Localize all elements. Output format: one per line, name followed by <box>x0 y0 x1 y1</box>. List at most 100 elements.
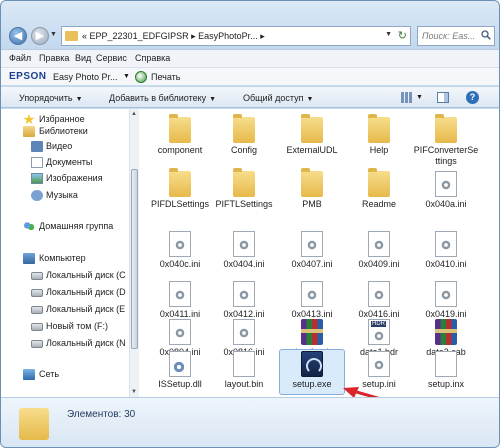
nav-item-libraries[interactable]: Библиотеки <box>1 125 129 139</box>
navigation-pane: Избранное Библиотеки Видео Документы Изо… <box>1 109 139 397</box>
search-input[interactable]: Поиск: Eas... <box>417 26 495 46</box>
nav-item-computer[interactable]: Компьютер <box>1 252 129 266</box>
file-name: PIFTLSettings <box>215 199 273 209</box>
archive-icon <box>301 319 323 345</box>
menu-edit[interactable]: Правка <box>39 53 69 63</box>
nav-item-label: Локальный диск (N <box>46 338 126 348</box>
nav-item-music[interactable]: Музыка <box>1 189 129 203</box>
folder-item[interactable]: PIFDLSettings <box>147 168 213 225</box>
epson-toolbar: EPSON Easy Photo Pr... ▼ Печать <box>1 67 499 85</box>
folder-icon <box>301 168 323 197</box>
nav-item-vol-f[interactable]: Новый том (F:) <box>1 320 129 334</box>
nav-item-images[interactable]: Изображения <box>1 172 129 186</box>
hdr-file-icon <box>368 319 390 345</box>
file-item[interactable]: 0x040c.ini <box>147 229 213 285</box>
breadcrumb-item[interactable]: EasyPhotoPr... <box>198 31 258 41</box>
folder-icon <box>233 114 255 143</box>
address-dropdown[interactable]: ▼ <box>385 31 392 38</box>
back-button[interactable]: ◀ <box>9 27 27 45</box>
breadcrumb-overflow[interactable]: « <box>82 31 87 41</box>
scroll-down-icon[interactable]: ▼ <box>131 389 137 395</box>
file-item[interactable]: 0x0407.ini <box>279 229 345 285</box>
settings-file-icon <box>233 231 255 257</box>
menu-file[interactable]: Файл <box>9 53 31 63</box>
image-icon <box>31 173 43 184</box>
installer-icon <box>301 351 323 377</box>
breadcrumb-separator[interactable]: ▸ <box>260 31 265 41</box>
share-button[interactable]: Общий доступ ▼ <box>243 93 313 103</box>
preview-pane-icon[interactable] <box>437 92 449 103</box>
organize-button[interactable]: Упорядочить ▼ <box>19 93 83 103</box>
file-item[interactable]: 0x0404.ini <box>211 229 277 285</box>
print-icon[interactable] <box>135 71 147 83</box>
share-label: Общий доступ <box>243 93 304 103</box>
menu-help[interactable]: Справка <box>135 53 170 63</box>
nav-item-label: Избранное <box>39 114 85 124</box>
menu-bar: Файл Правка Вид Сервис Справка <box>1 49 499 67</box>
file-name: layout.bin <box>224 379 264 389</box>
chevron-down-icon[interactable]: ▼ <box>416 94 423 101</box>
chevron-down-icon[interactable]: ▼ <box>123 73 130 80</box>
drive-icon <box>31 323 43 331</box>
folder-item[interactable]: PMB <box>279 168 345 225</box>
folder-item[interactable]: Config <box>211 114 277 171</box>
scrollbar-thumb[interactable] <box>131 169 138 349</box>
help-icon[interactable]: ? <box>466 91 479 104</box>
forward-button[interactable]: ▶ <box>31 27 49 45</box>
add-to-library-button[interactable]: Добавить в библиотеку ▼ <box>109 93 216 103</box>
nav-item-network[interactable]: Сеть <box>1 368 129 382</box>
nav-item-disk-d[interactable]: Локальный диск (D <box>1 286 129 300</box>
recent-pages-dropdown[interactable]: ▼ <box>50 31 57 38</box>
nav-item-label: Изображения <box>46 173 103 183</box>
search-icon[interactable] <box>481 30 491 40</box>
nav-scrollbar[interactable]: ▲ ▼ <box>129 109 139 397</box>
file-name: 0x0407.ini <box>291 259 333 269</box>
breadcrumb-item[interactable]: EPP_22301_EDFGIPSR <box>90 31 189 41</box>
folder-item[interactable]: PIFConverterSettings <box>413 114 479 171</box>
address-bar[interactable]: « EPP_22301_EDFGIPSR ▸ EasyPhotoPr... ▸ … <box>61 26 411 46</box>
folder-item[interactable]: component <box>147 114 213 171</box>
view-options-icon[interactable] <box>401 92 413 103</box>
nav-item-disk-e[interactable]: Локальный диск (E <box>1 303 129 317</box>
folder-item[interactable]: Readme <box>346 168 412 225</box>
settings-file-icon <box>169 231 191 257</box>
breadcrumb: « EPP_22301_EDFGIPSR ▸ EasyPhotoPr... ▸ <box>82 31 265 42</box>
settings-file-icon <box>368 231 390 257</box>
binary-file-icon <box>233 351 255 377</box>
file-item[interactable]: 0x0410.ini <box>413 229 479 285</box>
menu-view[interactable]: Вид <box>75 53 91 63</box>
nav-item-video[interactable]: Видео <box>1 140 129 154</box>
folder-item[interactable]: ExternalUDL <box>279 114 345 171</box>
folder-item[interactable]: PIFTLSettings <box>211 168 277 225</box>
folder-item[interactable]: Help <box>346 114 412 171</box>
folder-icon <box>435 114 457 143</box>
folder-icon <box>368 114 390 143</box>
file-name: 0x0409.ini <box>358 259 400 269</box>
folder-icon <box>368 168 390 197</box>
breadcrumb-separator[interactable]: ▸ <box>191 31 196 41</box>
computer-icon <box>23 253 35 264</box>
settings-file-icon <box>435 171 457 197</box>
network-icon <box>23 369 35 380</box>
epson-app-button[interactable]: Easy Photo Pr... <box>53 72 118 82</box>
archive-icon <box>435 319 457 345</box>
nav-item-homegroup[interactable]: Домашняя группа <box>1 220 129 234</box>
nav-item-disk-n[interactable]: Локальный диск (N <box>1 337 129 351</box>
nav-item-label: Документы <box>46 157 93 167</box>
chevron-down-icon: ▼ <box>306 96 314 103</box>
nav-item-label: Сеть <box>39 369 60 379</box>
refresh-icon[interactable]: ↻ <box>398 29 407 42</box>
file-name: PIFDLSettings <box>150 199 210 209</box>
library-icon <box>23 126 35 137</box>
file-item[interactable]: 0x040a.ini <box>413 169 479 225</box>
binary-file-icon <box>435 351 457 377</box>
settings-file-icon <box>435 231 457 257</box>
scroll-up-icon[interactable]: ▲ <box>131 111 137 117</box>
menu-tools[interactable]: Сервис <box>96 53 127 63</box>
file-item[interactable]: 0x0409.ini <box>346 229 412 285</box>
print-button[interactable]: Печать <box>151 72 180 82</box>
nav-item-disk-c[interactable]: Локальный диск (C <box>1 269 129 283</box>
folder-icon <box>169 114 191 143</box>
settings-file-icon <box>301 231 323 257</box>
nav-item-documents[interactable]: Документы <box>1 156 129 170</box>
